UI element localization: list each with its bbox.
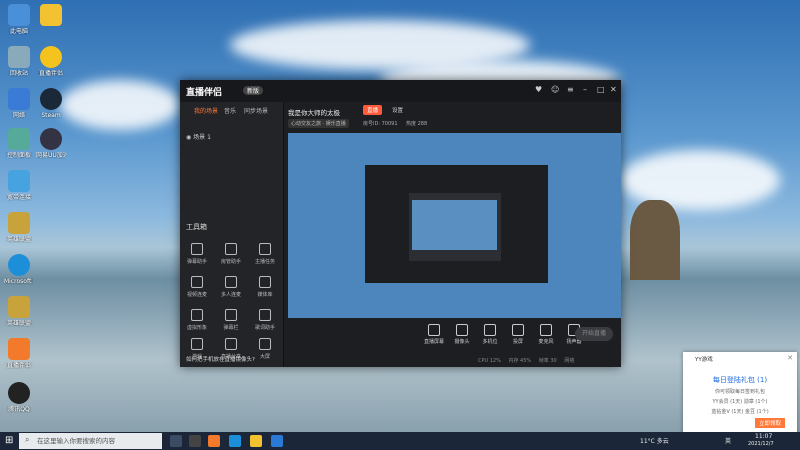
toolbox-title: 工具箱: [186, 223, 207, 231]
desktop-icon[interactable]: 直播伴侣: [36, 46, 66, 77]
stream-preview[interactable]: [288, 133, 621, 318]
desktop-icon[interactable]: Microsoft Edge: [4, 254, 34, 285]
desktop-icon[interactable]: 控制面板: [4, 128, 34, 159]
qq-icon: [8, 382, 30, 404]
desktop-icon[interactable]: 英雄联盟: [4, 212, 34, 243]
clock-time[interactable]: 11:07: [755, 433, 772, 440]
tool-danmu[interactable]: 弹幕助手: [182, 243, 212, 265]
control-bar: 直播屏幕 摄像头 多机位 投屏 麦克风 扬声器: [288, 320, 621, 350]
title-bar: 直播伴侣 新版 ♥ ☺ ≡ – □ ✕: [180, 80, 621, 102]
app2-taskbar-icon[interactable]: [271, 435, 283, 447]
close-icon[interactable]: ✕: [787, 354, 793, 362]
taskbar-search-input[interactable]: 在这里输入你要搜索的内容: [19, 433, 162, 449]
uu-booster-icon: [40, 128, 62, 150]
tool-lyrics[interactable]: 歌词助手: [250, 309, 280, 331]
room-heat: 热度 288: [406, 121, 428, 127]
notification-line: 蓝钻金V (1天) 金豆 (1个): [711, 409, 769, 415]
desktop-icon[interactable]: 腾讯QQ: [4, 382, 34, 413]
preview-nested-window: [365, 165, 548, 283]
edge-icon: [8, 254, 30, 276]
settings-pill[interactable]: 设置: [388, 105, 407, 115]
live-companion-taskbar-icon[interactable]: [208, 435, 220, 447]
app-icon: [40, 4, 62, 26]
scene-label: 场景 1: [193, 134, 211, 141]
explorer-icon[interactable]: [189, 435, 201, 447]
room-id: 房号ID: 70091: [363, 121, 398, 127]
tool-multi-link[interactable]: 多人连麦: [216, 276, 246, 298]
input-language[interactable]: 英: [725, 436, 731, 445]
lol-icon: [8, 212, 30, 234]
windows-start-icon[interactable]: ⊞: [5, 435, 13, 446]
daily-gift-notification: YY游戏 ✕ 每日登陆礼包 (1) 你可领取每日签到礼包 YY会员 (1天) 勋…: [683, 352, 797, 436]
broadband-icon: [8, 170, 30, 192]
live-companion-icon: [8, 338, 30, 360]
taskbar: ⊞ 在这里输入你要搜索的内容 ⌕ 11°C 多云 英 11:07 2021/12…: [0, 432, 800, 450]
tool-danmu-bar[interactable]: 弹幕栏: [216, 309, 246, 331]
desktop-icon[interactable]: 直播伴侣: [4, 338, 34, 369]
help-hint[interactable]: 如何把手机放在直播镜像头?: [186, 355, 255, 363]
room-header: 我是你大师的太极 直播 设置 心动交友之旅 · 娱乐直播 房号ID: 70091…: [288, 102, 621, 130]
app-brand: 直播伴侣: [186, 88, 223, 98]
desktop-icon[interactable]: [36, 4, 66, 28]
minimize-icon[interactable]: –: [583, 85, 587, 94]
tool-media[interactable]: 媒体库: [250, 276, 280, 298]
control-panel-icon: [8, 128, 30, 150]
tool-tasks[interactable]: 主播任务: [250, 243, 280, 265]
desktop-icon[interactable]: 英雄联盟: [4, 296, 34, 327]
live-pill[interactable]: 直播: [363, 105, 383, 115]
room-title[interactable]: 我是你大师的太极: [288, 107, 340, 117]
cast-button[interactable]: 投屏: [504, 324, 532, 345]
clock-date[interactable]: 2021/12/7: [748, 441, 774, 447]
recycle-bin-icon: [8, 46, 30, 68]
user-icon[interactable]: ☺: [551, 85, 559, 94]
cloud: [60, 80, 180, 130]
task-view-icon[interactable]: [170, 435, 182, 447]
tab-music[interactable]: 音乐: [224, 106, 236, 115]
desktop-icon[interactable]: 回收站: [4, 46, 34, 77]
computer-icon: [8, 4, 30, 26]
tab-my-scenes[interactable]: 我的场景: [194, 106, 218, 115]
camera-button[interactable]: 摄像头: [448, 324, 476, 345]
desktop-icon[interactable]: 此电脑: [4, 4, 34, 35]
tool-room-manager[interactable]: 房管助手: [216, 243, 246, 265]
edge-taskbar-icon[interactable]: [229, 435, 241, 447]
tool-avatar[interactable]: 虚拟形象: [182, 309, 212, 331]
multi-camera-button[interactable]: 多机位: [476, 324, 504, 345]
maximize-icon[interactable]: □: [597, 85, 605, 94]
room-category[interactable]: 心动交友之旅 · 娱乐直播: [288, 119, 349, 128]
desktop-icon[interactable]: 宽带连接: [4, 170, 34, 201]
app-taskbar-icon[interactable]: [250, 435, 262, 447]
close-icon[interactable]: ✕: [610, 85, 617, 94]
notification-source: YY游戏: [695, 357, 713, 363]
search-icon: ⌕: [25, 435, 30, 444]
desktop-icon[interactable]: 网易UU加速器: [36, 128, 66, 159]
claim-button[interactable]: 立即领取: [755, 418, 786, 428]
lol-icon: [8, 296, 30, 318]
desktop-icon[interactable]: 网络: [4, 88, 34, 119]
notification-line: 你可领取每日签到礼包: [714, 389, 765, 395]
network-icon: [8, 88, 30, 110]
version-badge[interactable]: 新版: [243, 86, 264, 95]
scene-item[interactable]: ◉ 场景 1: [186, 132, 211, 141]
tab-sync-scenes[interactable]: 同步场景: [244, 106, 268, 115]
desktop-icon[interactable]: Steam: [36, 88, 66, 119]
status-bar: CPU 12% 内存 45% 帧率 30 网络: [478, 358, 575, 364]
menu-icon[interactable]: ≡: [567, 85, 574, 94]
microphone-button[interactable]: 麦克风: [532, 324, 560, 345]
live-companion-window: 直播伴侣 新版 ♥ ☺ ≡ – □ ✕ 我的场景 音乐 同步场景 ◉ 场景 1 …: [180, 80, 621, 367]
notification-line: YY会员 (1天) 勋章 (1个): [712, 399, 768, 405]
live-companion-icon: [40, 46, 62, 68]
notification-title: 每日登陆礼包 (1): [712, 376, 768, 384]
go-live-button[interactable]: 开始直播: [575, 327, 613, 341]
eye-icon[interactable]: ◉: [186, 134, 191, 141]
preview-nested-screen: [412, 200, 497, 250]
tool-video-link[interactable]: 视频连麦: [182, 276, 212, 298]
rock-formation: [630, 200, 680, 280]
weather-text[interactable]: 11°C 多云: [640, 436, 669, 445]
screen-capture-button[interactable]: 直播屏幕: [420, 324, 448, 345]
gift-icon[interactable]: ♥: [535, 85, 542, 94]
steam-icon: [40, 88, 62, 110]
